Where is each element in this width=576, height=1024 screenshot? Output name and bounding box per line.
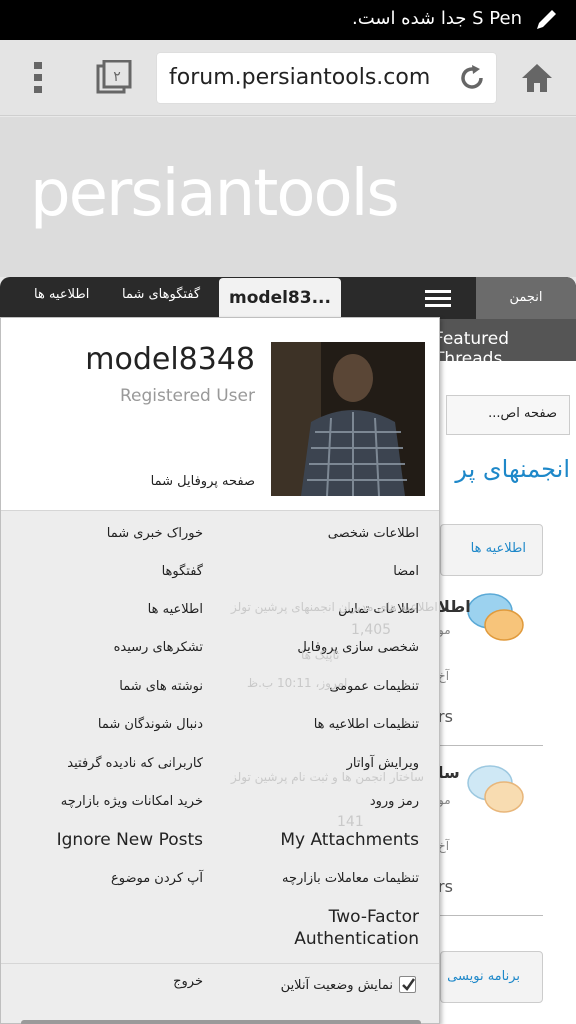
tabs-icon[interactable]: ۲ <box>96 60 132 96</box>
menu-footer: نمایش وضعیت آنلاین خروج <box>1 963 439 1003</box>
menu-ignore-new-posts[interactable]: Ignore New Posts <box>57 830 203 850</box>
user-dropdown-menu: model8348 Registered User صفحه پروفایل ش… <box>0 317 440 1024</box>
programming-box[interactable]: برنامه نویسی <box>440 951 543 1003</box>
menu-ignored-users[interactable]: کاربرانی که نادیده گرفتید <box>67 756 203 771</box>
home-icon[interactable] <box>520 62 554 94</box>
divider <box>440 915 543 916</box>
tab-notifications[interactable]: اطلاعیه ها <box>34 287 89 302</box>
menu-edit-avatar[interactable]: ویرایش آواتار <box>347 756 419 771</box>
hamburger-menu-icon[interactable] <box>425 290 451 308</box>
profile-link[interactable]: صفحه پروفایل شما <box>151 474 255 489</box>
show-online-checkbox[interactable] <box>399 976 416 993</box>
navbar: اطلاعیه ها گفتگوهای شما model83... انجمن <box>0 277 576 320</box>
tabs-count: ۲ <box>113 69 121 85</box>
avatar[interactable] <box>271 342 425 496</box>
forums-title: انجمنهای پر <box>455 455 570 483</box>
check-icon <box>402 978 416 991</box>
ghost-text: 1,405 <box>351 622 392 638</box>
ghost-text: اطلاعیه های مدیران انجمنهای پرشین تولز <box>231 600 438 614</box>
site-logo[interactable]: persiantools <box>30 157 400 231</box>
logout-link[interactable]: خروج <box>173 974 203 989</box>
ghost-text: امروز، 10:11 ب.ظ <box>247 676 348 690</box>
forum-stats-fragment: rs <box>438 707 453 726</box>
forum-bubble-icon <box>467 765 524 813</box>
forum-bubble-icon <box>467 593 524 641</box>
forum-title-fragment[interactable]: سا <box>438 763 460 782</box>
divider <box>440 745 543 746</box>
overflow-menu-icon[interactable] <box>30 60 46 96</box>
status-bar: S Pen جدا شده است. <box>0 0 576 40</box>
ghost-text: ساختار انجمن ها و ثبت نام پرشین تولز <box>231 770 424 784</box>
announcements-box[interactable]: اطلاعیه ها <box>440 524 543 576</box>
profile-card: model8348 Registered User صفحه پروفایل ش… <box>1 318 439 511</box>
menu-your-posts[interactable]: نوشته های شما <box>119 679 203 694</box>
site-header: persiantools <box>0 117 576 277</box>
menu-followers[interactable]: دنبال شوندگان شما <box>98 717 203 732</box>
menu-two-factor[interactable]: Two-Factor Authentication <box>279 906 419 950</box>
menu-signature[interactable]: امضا <box>393 564 419 579</box>
menu-password[interactable]: رمز ورود <box>370 794 419 809</box>
menu-my-attachments[interactable]: My Attachments <box>280 830 419 850</box>
forum-title-fragment[interactable]: اطلا <box>438 597 471 616</box>
ghost-text: 141 <box>337 814 364 830</box>
menu-thanks-received[interactable]: تشکرهای رسیده <box>114 640 203 655</box>
url-text[interactable]: forum.persiantools.com <box>169 65 430 90</box>
user-title: Registered User <box>119 386 255 406</box>
tab-user[interactable]: model83... <box>219 278 341 320</box>
menu-market-settings[interactable]: تنظیمات معاملات بازارچه <box>282 871 419 886</box>
browser-toolbar: ۲ forum.persiantools.com <box>0 40 576 116</box>
menu-news-feed[interactable]: خوراک خبری شما <box>107 526 203 541</box>
tab-forums[interactable]: انجمن <box>476 277 576 319</box>
url-bar[interactable]: forum.persiantools.com <box>157 53 496 103</box>
forum-stats-fragment: rs <box>438 877 453 896</box>
featured-threads-tab[interactable]: Featured Threads <box>434 319 576 369</box>
menu-personal-info[interactable]: اطلاعات شخصی <box>328 526 419 541</box>
ghost-text: تاپیک ها <box>301 648 340 662</box>
menu-conversations[interactable]: گفتگوها <box>162 564 203 579</box>
show-online-label[interactable]: نمایش وضعیت آنلاین <box>281 978 393 993</box>
pen-icon <box>537 10 556 29</box>
tab-conversations[interactable]: گفتگوهای شما <box>122 287 200 302</box>
horizontal-scrollbar[interactable] <box>21 1020 421 1024</box>
menu-bump-thread[interactable]: آپ کردن موضوع <box>111 871 203 886</box>
menu-notification-settings[interactable]: تنظیمات اطلاعیه ها <box>314 717 419 732</box>
username[interactable]: model8348 <box>85 342 255 377</box>
status-message: S Pen جدا شده است. <box>351 8 522 29</box>
menu-buy-market-features[interactable]: خرید امکانات ویژه بازارچه <box>61 794 203 809</box>
breadcrumb[interactable]: صفحه اص... <box>446 395 570 435</box>
avatar-photo <box>271 342 425 496</box>
reload-icon[interactable] <box>458 64 486 92</box>
menu-notifications[interactable]: اطلاعیه ها <box>148 602 203 617</box>
